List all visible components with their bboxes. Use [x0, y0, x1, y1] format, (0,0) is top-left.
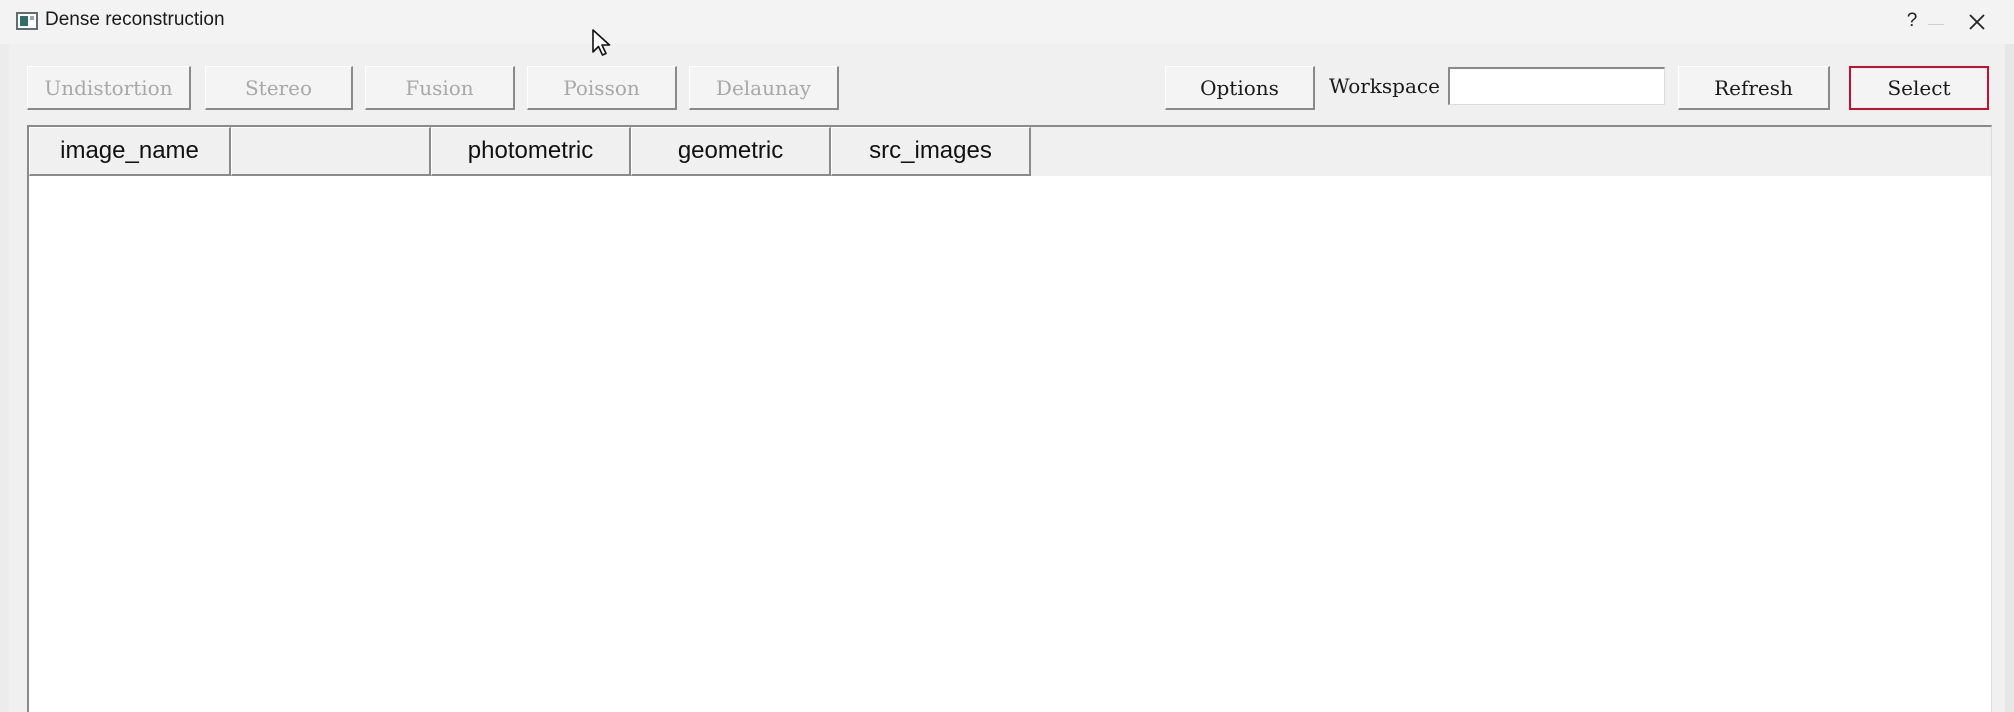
minimize-hint-icon: [1928, 24, 1944, 25]
options-button[interactable]: Options: [1165, 66, 1315, 110]
app-icon: [16, 12, 38, 30]
stereo-button[interactable]: Stereo: [205, 66, 353, 110]
undistortion-button[interactable]: Undistortion: [27, 66, 191, 110]
column-header-photometric[interactable]: photometric: [431, 127, 631, 176]
window-right-edge: [2005, 40, 2014, 712]
help-button[interactable]: ?: [1902, 7, 1922, 35]
column-header-image-name[interactable]: image_name: [29, 127, 231, 176]
close-button[interactable]: [1964, 9, 1990, 35]
images-table[interactable]: image_name photometric geometric src_ima…: [27, 125, 1992, 712]
select-button[interactable]: Select: [1849, 66, 1989, 110]
window-left-edge: [0, 40, 9, 712]
workspace-label: Workspace: [1329, 74, 1440, 98]
poisson-button[interactable]: Poisson: [527, 66, 677, 110]
column-header-blank[interactable]: [231, 127, 431, 176]
column-header-src-images[interactable]: src_images: [831, 127, 1031, 176]
mouse-cursor-icon: [591, 28, 613, 58]
column-header-geometric[interactable]: geometric: [631, 127, 831, 176]
close-icon: [1969, 14, 1985, 30]
table-header: image_name photometric geometric src_ima…: [29, 127, 1991, 176]
fusion-button[interactable]: Fusion: [365, 66, 515, 110]
refresh-button[interactable]: Refresh: [1678, 66, 1830, 110]
workspace-input[interactable]: [1448, 67, 1665, 105]
delaunay-button[interactable]: Delaunay: [689, 66, 839, 110]
window-title: Dense reconstruction: [45, 9, 225, 30]
title-bar: Dense reconstruction ?: [0, 0, 2014, 44]
